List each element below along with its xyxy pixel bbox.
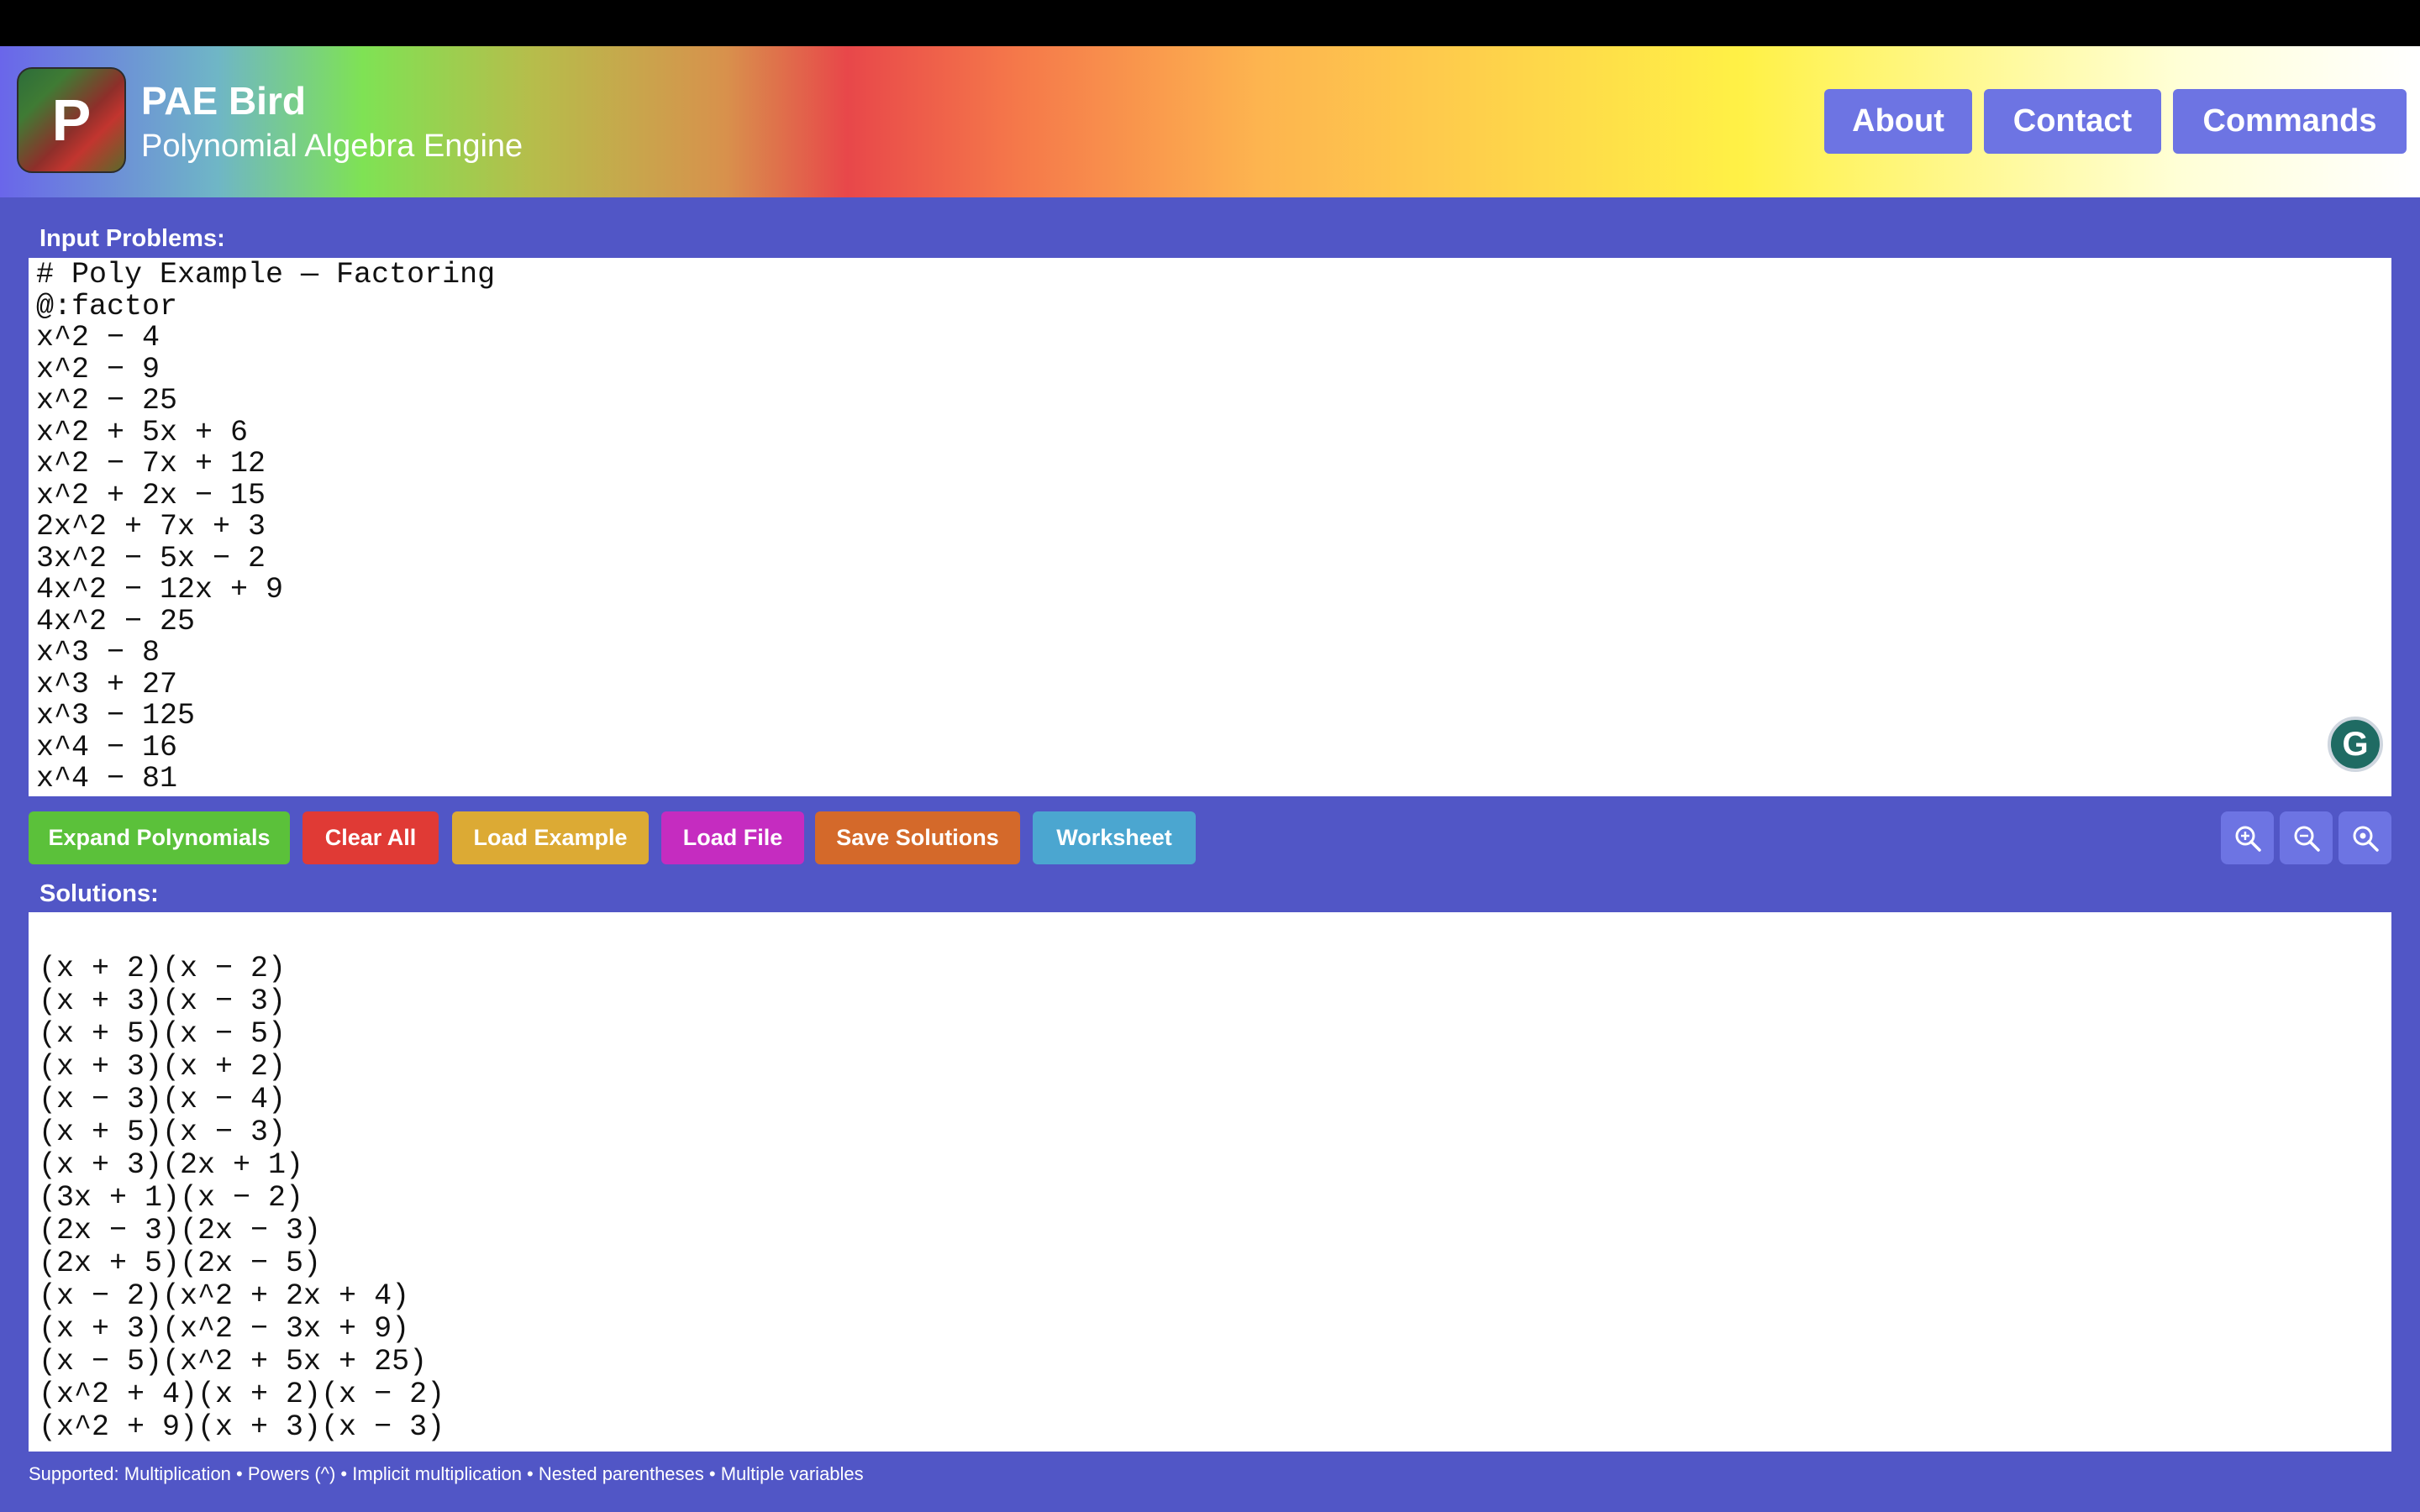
solution-line: (x + 2)(x − 2) [39,952,287,985]
logo-letter: P [51,87,92,153]
solution-line: (x + 5)(x − 5) [39,1017,287,1051]
input-line: x^4 − 16 [36,730,178,764]
clear-all-button[interactable]: Clear All [302,811,439,864]
input-line: 2x^2 + 7x + 3 [36,510,266,543]
top-black-bar [0,0,2420,46]
zoom-reset-icon [2353,826,2379,852]
solution-line: (2x − 3)(2x − 3) [39,1214,322,1247]
app-subtitle: Polynomial Algebra Engine [141,129,523,164]
input-line: x^3 − 8 [36,636,160,669]
zoom-in-button[interactable] [2221,811,2274,864]
zoom-in-icon [2235,826,2261,852]
input-line: # Poly Example — Factoring [36,258,496,291]
input-problems-textarea[interactable]: # Poly Example — Factoring @:factor x^2 − … [29,258,2391,796]
app-logo: P [17,67,126,173]
expand-polynomials-button[interactable]: Expand Polynomials [29,811,290,864]
solution-line: (x − 3)(x − 4) [39,1083,287,1116]
solution-line: (x^2 + 9)(x + 3)(x − 3) [39,1410,445,1444]
worksheet-button[interactable]: Worksheet [1033,811,1196,864]
zoom-out-icon [2294,826,2320,852]
solution-line: (x − 2)(x^2 + 2x + 4) [39,1279,410,1313]
load-file-button[interactable]: Load File [661,811,804,864]
input-line: x^3 − 125 [36,699,196,732]
input-line: x^2 − 25 [36,384,178,417]
grammarly-icon[interactable]: G [2328,717,2383,772]
input-line: @:factor [36,289,178,323]
input-line: x^2 − 7x + 12 [36,447,266,480]
input-line: x^2 − 9 [36,352,160,386]
solution-line: (x + 5)(x − 3) [39,1116,287,1149]
commands-button[interactable]: Commands [2173,89,2407,154]
save-solutions-button[interactable]: Save Solutions [815,811,1020,864]
supported-features-footer: Supported: Multiplication • Powers (^) •… [29,1463,864,1484]
solution-line: (x − 5)(x^2 + 5x + 25) [39,1345,428,1378]
solution-line: (x + 3)(x − 3) [39,984,287,1018]
input-line: x^3 + 27 [36,667,178,701]
solution-lines: (x + 2)(x − 2) (x + 3)(x − 3) (x + 5)(x − … [39,953,445,1444]
zoom-reset-button[interactable] [2338,811,2391,864]
solution-line: (2x + 5)(2x − 5) [39,1247,322,1280]
input-lines: # Poly Example — Factoring @:factor x^2 − … [36,258,496,795]
solutions-label: Solutions: [39,880,159,907]
input-line: x^2 + 5x + 6 [36,415,249,449]
contact-button[interactable]: Contact [1984,89,2161,154]
input-line: 4x^2 − 12x + 9 [36,573,284,606]
app-header: P PAE Bird Polynomial Algebra Engine Abo… [0,46,2420,197]
solution-line: (x + 3)(x + 2) [39,1050,287,1084]
solution-line: (x + 3)(2x + 1) [39,1148,304,1182]
zoom-out-button[interactable] [2280,811,2333,864]
input-line: x^2 + 2x − 15 [36,478,266,512]
solutions-output[interactable]: (x + 2)(x − 2) (x + 3)(x − 3) (x + 5)(x − … [29,912,2391,1452]
solution-line: (x^2 + 4)(x + 2)(x − 2) [39,1378,445,1411]
about-button[interactable]: About [1824,89,1972,154]
input-line: x^4 − 81 [36,762,178,795]
solution-line: (x + 3)(x^2 − 3x + 9) [39,1312,410,1346]
input-line: 4x^2 − 25 [36,604,196,638]
input-line: x^2 − 4 [36,321,160,354]
app-title: PAE Bird [141,79,306,123]
input-problems-label: Input Problems: [39,225,225,252]
load-example-button[interactable]: Load Example [452,811,649,864]
solution-line: (3x + 1)(x − 2) [39,1181,304,1215]
input-line: 3x^2 − 5x − 2 [36,541,266,575]
